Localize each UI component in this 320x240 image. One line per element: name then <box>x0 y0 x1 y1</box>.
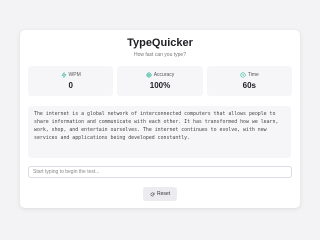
wpm-stat: WPM 0 <box>28 66 114 96</box>
wpm-stat-header: WPM <box>61 72 81 78</box>
accuracy-stat: Accuracy 100% <box>117 66 203 96</box>
wpm-value: 0 <box>68 81 73 90</box>
target-icon <box>146 72 152 78</box>
app-title: TypeQuicker <box>127 37 193 49</box>
time-label: Time <box>247 72 259 78</box>
accuracy-value: 100% <box>149 81 171 90</box>
clock-icon <box>240 72 246 78</box>
typing-input[interactable] <box>28 166 292 178</box>
test-card: TypeQuicker How fast can you type? WPM 0… <box>20 30 300 208</box>
time-stat: Time 60s <box>206 66 292 96</box>
app-subtitle: How fast can you type? <box>134 52 186 58</box>
time-stat-header: Time <box>240 72 259 78</box>
accuracy-stat-header: Accuracy <box>146 72 175 78</box>
refresh-icon <box>150 192 155 196</box>
passage-text: The internet is a global network of inte… <box>28 106 291 158</box>
accuracy-label: Accuracy <box>153 72 175 78</box>
stats-row: WPM 0 Accuracy 100% Time 60s <box>28 66 292 96</box>
wpm-label: WPM <box>68 72 81 78</box>
reset-button[interactable]: Reset <box>143 187 177 201</box>
time-value: 60s <box>242 81 256 90</box>
lightning-icon <box>61 72 66 78</box>
reset-label: Reset <box>156 191 171 197</box>
